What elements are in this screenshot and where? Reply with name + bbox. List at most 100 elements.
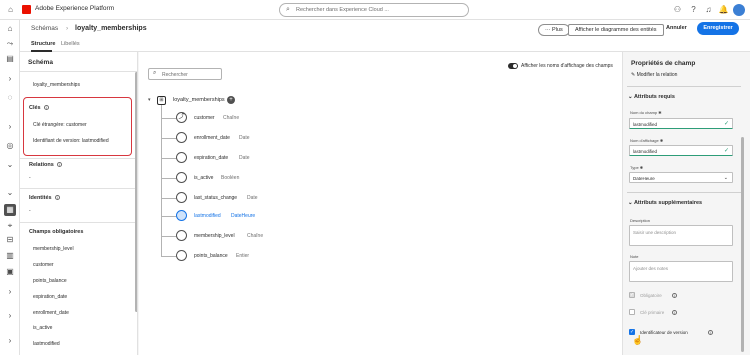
- schema-panel-title: Schéma: [28, 59, 53, 66]
- description-input[interactable]: Saisir une description: [629, 225, 733, 246]
- primary-key-checkbox-label: Clé primaire: [640, 310, 665, 315]
- identities-heading: Identités i: [29, 195, 60, 201]
- field-row[interactable]: enrollment_date Date: [161, 132, 461, 144]
- chevron-right-icon[interactable]: ›: [4, 286, 16, 298]
- required-field-item[interactable]: is_active: [33, 325, 52, 331]
- field-row[interactable]: last_status_change Date: [161, 192, 461, 204]
- key-version-id[interactable]: Identifiant de version: lastmodified: [33, 138, 109, 144]
- chevron-right-icon[interactable]: ›: [4, 335, 16, 347]
- show-entity-diagram-button[interactable]: Afficher le diagramme des entités: [568, 24, 664, 36]
- page-header: Schémas › loyalty_memberships Structure …: [20, 20, 750, 52]
- field-row[interactable]: ⤴ customer Chaîne: [161, 112, 461, 124]
- right-panel-scrollbar[interactable]: [741, 137, 744, 352]
- field-search-input[interactable]: ⌕ Rechercher: [148, 68, 222, 80]
- display-names-toggle[interactable]: [508, 63, 518, 69]
- type-select[interactable]: DateHeure ⌄: [629, 172, 733, 183]
- field-node-icon: [176, 172, 187, 183]
- home-nav-icon[interactable]: ⌂: [4, 23, 16, 35]
- home-icon[interactable]: ⌂: [5, 4, 16, 15]
- tree-branch: [161, 198, 176, 199]
- modify-relation-link[interactable]: ✎ Modifier la relation: [631, 72, 677, 78]
- field-row[interactable]: is_active Booléen: [161, 172, 461, 184]
- note-input[interactable]: Ajouter des notes: [629, 261, 733, 282]
- schema-name[interactable]: loyalty_memberships: [33, 82, 80, 88]
- field-name-input[interactable]: lastmodified ✓: [629, 118, 733, 129]
- field-row[interactable]: expiration_date Date: [161, 152, 461, 164]
- top-bar: ⌂ Adobe Experience Platform ⌕ Rechercher…: [0, 0, 750, 20]
- chevron-right-icon[interactable]: ›: [4, 310, 16, 322]
- profiles-nav-icon[interactable]: ◎: [4, 140, 16, 152]
- schema-canvas: ⌕ Rechercher Afficher les noms d'afficha…: [139, 52, 622, 355]
- app-title: Adobe Experience Platform: [35, 5, 115, 12]
- required-fields-heading: Champs obligatoires: [29, 229, 84, 235]
- field-name: last_status_change: [194, 195, 238, 201]
- datasets-nav-icon[interactable]: ⊟: [4, 234, 16, 246]
- required-attributes-heading[interactable]: ⌄ Attributs requis: [628, 94, 675, 100]
- field-row-selected[interactable]: lastmodified DateHeure: [161, 210, 461, 222]
- info-icon[interactable]: i: [672, 310, 677, 315]
- info-icon[interactable]: i: [672, 293, 677, 298]
- field-name: expiration_date: [194, 155, 229, 161]
- location-nav-icon[interactable]: ⌖: [4, 220, 16, 232]
- chevron-right-icon[interactable]: ›: [4, 121, 16, 133]
- field-node-icon: [176, 192, 187, 203]
- notifications-icon[interactable]: ♫: [703, 4, 714, 15]
- field-name: membership_level: [194, 233, 235, 239]
- display-name-input[interactable]: lastmodified ✓: [629, 145, 733, 156]
- checkmark-icon: ✓: [723, 121, 729, 127]
- info-icon[interactable]: i: [54, 195, 60, 201]
- avatar[interactable]: [733, 4, 745, 16]
- schema-node-icon: ⊞: [157, 96, 166, 105]
- help-icon[interactable]: ?: [688, 4, 699, 15]
- field-node-icon: [176, 132, 187, 143]
- sources-nav-icon[interactable]: ▤: [4, 53, 16, 65]
- divider: [627, 192, 741, 193]
- dashboards-nav-icon[interactable]: ▣: [4, 266, 16, 278]
- field-type: Date: [239, 155, 250, 161]
- apps-icon[interactable]: ⚇: [672, 4, 683, 15]
- identities-value: -: [29, 208, 31, 214]
- required-field-item[interactable]: customer: [33, 262, 54, 268]
- display-name-label: Nom d'affichage ✱: [630, 138, 664, 143]
- version-id-checkbox-label: Identificateur de version: [640, 330, 688, 335]
- chevron-down-icon[interactable]: ▾: [148, 97, 151, 103]
- field-row[interactable]: points_balance Entier: [161, 250, 461, 262]
- chevron-down-icon[interactable]: ⌄: [4, 159, 16, 171]
- required-field-item[interactable]: lastmodified: [33, 341, 60, 347]
- adobe-logo[interactable]: [22, 5, 31, 14]
- required-field-item[interactable]: points_balance: [33, 278, 67, 284]
- save-button[interactable]: Enregistrer: [697, 22, 739, 35]
- more-button[interactable]: ··· Plus: [538, 24, 570, 36]
- note-label: Note: [630, 254, 639, 259]
- global-search-input[interactable]: ⌕ Rechercher dans Experience Cloud ...: [279, 3, 469, 17]
- queries-nav-icon[interactable]: ▥: [4, 250, 16, 262]
- cancel-button[interactable]: Annuler: [666, 25, 687, 31]
- breadcrumb-schemas[interactable]: Schémas: [31, 25, 58, 32]
- chevron-down-icon[interactable]: ⌄: [4, 187, 16, 199]
- schemas-nav-icon[interactable]: ▦: [4, 204, 16, 216]
- search-icon: ⌕: [153, 70, 157, 76]
- chevron-right-icon[interactable]: ›: [4, 73, 16, 85]
- field-name: points_balance: [194, 253, 228, 259]
- key-foreign[interactable]: Clé étrangère: customer: [33, 122, 87, 128]
- add-field-button[interactable]: +: [227, 96, 235, 104]
- field-row[interactable]: membership_level Chaîne: [161, 230, 461, 242]
- relationship-icon: ⤴: [176, 112, 187, 123]
- schema-root-node[interactable]: loyalty_memberships: [173, 97, 225, 103]
- workflow-nav-icon[interactable]: ⤳: [4, 38, 16, 50]
- required-field-item[interactable]: membership_level: [33, 246, 74, 252]
- segments-nav-icon[interactable]: ◌: [4, 92, 16, 104]
- bell-icon[interactable]: 🔔: [718, 4, 729, 15]
- info-icon[interactable]: i: [56, 162, 62, 168]
- info-icon[interactable]: i: [708, 330, 713, 335]
- tab-labels[interactable]: Libellés: [61, 41, 80, 47]
- primary-key-checkbox[interactable]: [629, 309, 635, 315]
- required-field-item[interactable]: enrollment_date: [33, 310, 69, 316]
- info-icon[interactable]: i: [43, 105, 49, 111]
- relations-heading: Relations i: [29, 162, 62, 168]
- required-field-item[interactable]: expiration_date: [33, 294, 67, 300]
- tab-structure[interactable]: Structure: [31, 41, 55, 47]
- left-panel-scrollbar[interactable]: [135, 72, 137, 312]
- required-checkbox[interactable]: ✓: [629, 292, 635, 298]
- additional-attributes-heading[interactable]: ⌄ Attributs supplémentaires: [628, 200, 702, 206]
